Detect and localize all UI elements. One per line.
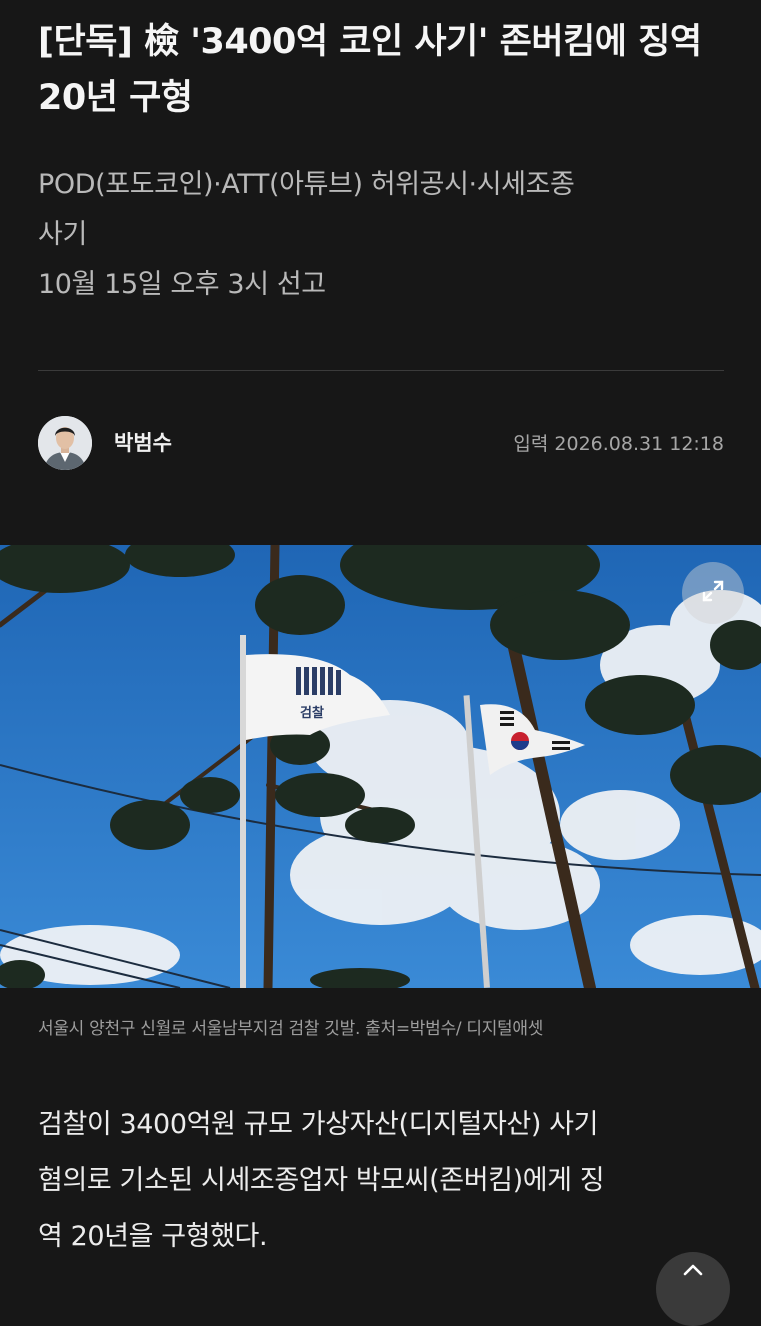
expand-image-button[interactable] [682,562,744,624]
divider [38,370,724,371]
article-body: 검찰이 3400억원 규모 가상자산(디지털자산) 사기 혐의로 기소된 시세조… [38,1097,728,1265]
expand-icon [698,576,728,610]
chevron-up-icon [678,1252,708,1280]
article-headline: [단독] 檢 '3400억 코인 사기' 존버킴에 징역 20년 구형 [38,22,702,118]
author-name[interactable]: 박범수 [114,427,172,457]
body-line: 혐의로 기소된 시세조종업자 박모씨(존버킴)에게 징 [38,1165,605,1196]
article-photo[interactable]: 검찰 [0,545,761,988]
publish-date: 입력 2026.08.31 12:18 [513,433,724,455]
subtitle-line: 10월 15일 오후 3시 선고 [38,269,326,300]
flag-text: 검찰 [300,705,324,721]
body-line: 검찰이 3400억원 규모 가상자산(디지털자산) 사기 [38,1109,599,1140]
scroll-top-button[interactable] [656,1252,730,1326]
photo-caption: 서울시 양천구 신월로 서울남부지검 검찰 깃발. 출처=박범수/ 디지털애셋 [38,1019,544,1039]
author-avatar[interactable] [38,416,92,470]
subtitle-line: POD(포도코인)·ATT(아튜브) 허위공시·시세조종 [38,169,575,200]
subtitle-line: 사기 [38,219,87,250]
article-subtitle: POD(포도코인)·ATT(아튜브) 허위공시·시세조종 사기 10월 15일 … [38,160,718,310]
body-line: 역 20년을 구형했다. [38,1221,268,1252]
